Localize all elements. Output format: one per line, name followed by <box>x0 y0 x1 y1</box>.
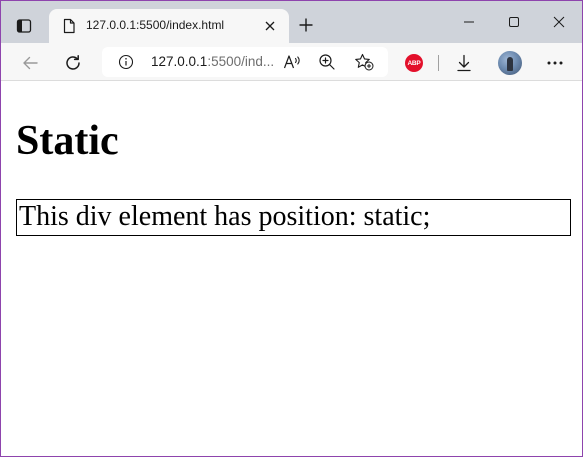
favorites-icon <box>355 53 374 71</box>
downloads-button[interactable] <box>451 50 477 76</box>
close-window-button[interactable] <box>544 9 574 35</box>
add-favorite-button[interactable] <box>353 51 375 73</box>
address-bar[interactable]: 127.0.0.1:5500/ind... <box>102 47 388 77</box>
read-aloud-icon <box>283 55 300 69</box>
tab-close-button[interactable] <box>261 17 279 35</box>
page-content: Static This div element has position: st… <box>1 82 582 456</box>
refresh-icon <box>66 55 80 70</box>
title-bar: 127.0.0.1:5500/index.html <box>1 1 582 43</box>
static-div-text: This div element has position: static; <box>19 201 431 232</box>
url-text[interactable]: 127.0.0.1:5500/ind... <box>151 54 274 69</box>
adblock-plus-icon: ABP <box>405 54 423 72</box>
maximize-icon <box>509 17 519 27</box>
refresh-button[interactable] <box>60 50 86 76</box>
static-div: This div element has position: static; <box>16 199 571 236</box>
minimize-button[interactable] <box>454 9 484 35</box>
tab-actions-button[interactable] <box>11 13 37 39</box>
page-heading: Static <box>16 118 119 164</box>
plus-icon <box>299 18 313 32</box>
profile-avatar <box>498 51 522 75</box>
maximize-button[interactable] <box>499 9 529 35</box>
zoom-button[interactable] <box>316 51 338 73</box>
back-button[interactable] <box>17 50 43 76</box>
close-icon <box>265 21 275 31</box>
minimize-icon <box>464 21 474 23</box>
tab-title: 127.0.0.1:5500/index.html <box>86 18 225 32</box>
page-icon <box>63 18 75 34</box>
tab-active[interactable]: 127.0.0.1:5500/index.html <box>49 9 289 43</box>
close-icon <box>553 16 565 28</box>
adblock-plus-button[interactable]: ABP <box>401 50 427 76</box>
settings-and-more-button[interactable] <box>542 50 568 76</box>
toolbar: 127.0.0.1:5500/ind... ABP <box>1 43 582 81</box>
back-icon <box>23 56 38 70</box>
browser-window: 127.0.0.1:5500/index.html 127.0.0.1:5500… <box>0 0 583 457</box>
downloads-icon <box>457 54 471 72</box>
read-aloud-button[interactable] <box>281 51 303 73</box>
tab-actions-icon <box>16 19 32 33</box>
new-tab-button[interactable] <box>295 14 317 36</box>
zoom-icon <box>319 54 335 70</box>
more-icon <box>547 61 563 65</box>
toolbar-divider <box>438 55 439 71</box>
url-path: :5500/ind... <box>207 54 275 69</box>
info-icon[interactable] <box>118 54 134 70</box>
profile-button[interactable] <box>497 50 523 76</box>
url-host: 127.0.0.1 <box>151 54 208 69</box>
